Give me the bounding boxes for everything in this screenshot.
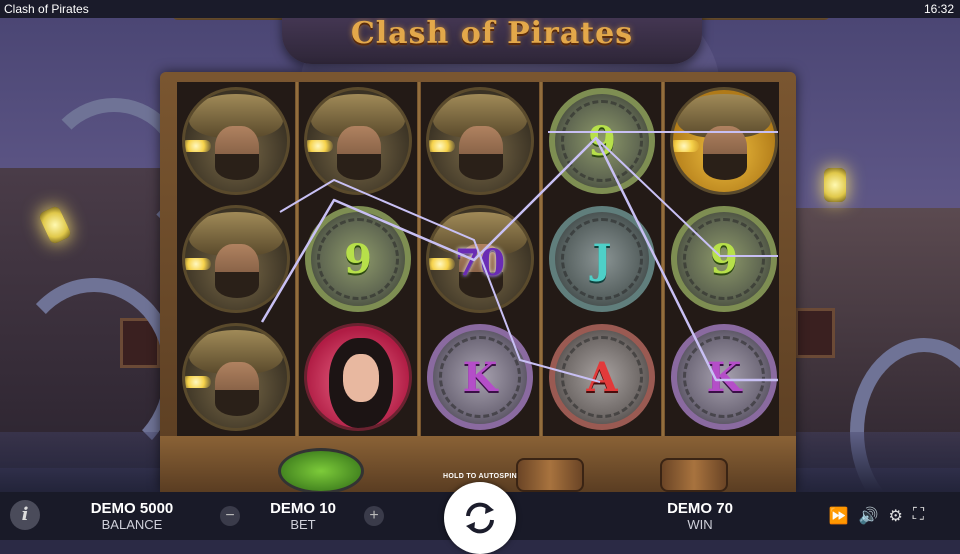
reel-1-row-3 xyxy=(179,320,293,434)
balance-display: DEMO 5000 BALANCE xyxy=(72,500,192,532)
barrel-icon xyxy=(660,458,728,492)
reel-3-row-2: 70 xyxy=(423,202,537,316)
reel-4-row-1: 9 xyxy=(545,84,659,198)
reel-3-row-3: K xyxy=(423,320,537,434)
cauldron-icon xyxy=(278,448,364,494)
beard xyxy=(337,154,381,180)
reel-5-row-2: 9 xyxy=(667,202,781,316)
beard xyxy=(215,272,259,298)
symbol-coin-j: J xyxy=(549,206,655,312)
window-title: Clash of Pirates xyxy=(4,2,89,16)
beard xyxy=(703,154,747,180)
reels-grid: 9 70 K 9 J A 9 K xyxy=(177,82,779,436)
reel-divider xyxy=(539,82,543,436)
reel-4-row-3: A xyxy=(545,320,659,434)
bet-label: BET xyxy=(290,517,316,532)
reel-divider xyxy=(417,82,421,436)
symbol-coin-k: K xyxy=(427,324,533,430)
balance-value: DEMO 5000 xyxy=(90,500,174,517)
symbol-pirate-captain xyxy=(426,87,534,195)
reel-4-row-2: J xyxy=(545,202,659,316)
win-amount-label: 70 xyxy=(454,242,506,284)
symbol-pirate-captain xyxy=(182,87,290,195)
beard xyxy=(459,154,503,180)
win-value: DEMO 70 xyxy=(667,500,733,517)
ship-window xyxy=(795,308,835,358)
toolbar: ⏩ 🔊 ⚙ ⛶ xyxy=(829,506,924,526)
face xyxy=(343,354,379,402)
title-bar: Clash of Pirates 16:32 xyxy=(0,0,960,18)
clock: 16:32 xyxy=(923,2,954,16)
win-label: WIN xyxy=(687,517,713,532)
barrel-icon xyxy=(516,458,584,492)
balance-label: BALANCE xyxy=(101,517,163,532)
bet-plus-button[interactable]: + xyxy=(364,506,384,526)
symbol-coin-9: 9 xyxy=(671,206,777,312)
reel-2-row-2: 9 xyxy=(301,202,415,316)
reel-2-row-1 xyxy=(301,84,415,198)
bet-value: DEMO 10 xyxy=(270,500,336,517)
symbol-pirate-captain xyxy=(182,323,290,431)
reel-5-row-1 xyxy=(667,84,781,198)
spin-area: HOLD TO AUTOSPIN xyxy=(440,473,520,554)
symbol-coin-k: K xyxy=(671,324,777,430)
sword-glow xyxy=(185,376,211,388)
beard xyxy=(215,154,259,180)
reel-1-row-2 xyxy=(179,202,293,316)
reel-3-row-1 xyxy=(423,84,537,198)
symbol-pirate-captain xyxy=(182,205,290,313)
sword-glow xyxy=(429,140,455,152)
reel-5-row-3: K xyxy=(667,320,781,434)
autospin-hint: HOLD TO AUTOSPIN xyxy=(443,473,517,480)
settings-icon[interactable]: ⚙ xyxy=(888,506,902,526)
sword-glow xyxy=(673,140,699,152)
reel-1-row-1 xyxy=(179,84,293,198)
lantern-icon xyxy=(824,168,846,202)
symbol-pirate-captain xyxy=(304,87,412,195)
spin-button[interactable] xyxy=(444,482,516,554)
symbol-pirate-lady xyxy=(304,323,412,431)
bet-minus-button[interactable]: − xyxy=(220,506,240,526)
symbol-coin-9: 9 xyxy=(549,88,655,194)
fast-forward-icon[interactable]: ⏩ xyxy=(829,506,849,526)
symbol-coin-a: A xyxy=(549,324,655,430)
reel-2-row-3 xyxy=(301,320,415,434)
reel-divider xyxy=(295,82,299,436)
bet-display: DEMO 10 BET xyxy=(250,500,356,532)
beard xyxy=(215,390,259,416)
symbol-pirate-captain: 70 xyxy=(426,205,534,313)
game-logo: Clash of Pirates xyxy=(350,16,634,51)
fullscreen-icon[interactable]: ⛶ xyxy=(913,506,924,526)
symbol-pirate-captain xyxy=(670,87,778,195)
symbol-coin-9: 9 xyxy=(305,206,411,312)
win-display: DEMO 70 WIN xyxy=(640,500,760,532)
sword-glow xyxy=(307,140,333,152)
spin-icon xyxy=(466,502,494,534)
reel-divider xyxy=(661,82,665,436)
info-icon[interactable]: i xyxy=(10,500,40,530)
sword-glow xyxy=(185,140,211,152)
volume-icon[interactable]: 🔊 xyxy=(859,506,879,526)
sword-glow xyxy=(185,258,211,270)
